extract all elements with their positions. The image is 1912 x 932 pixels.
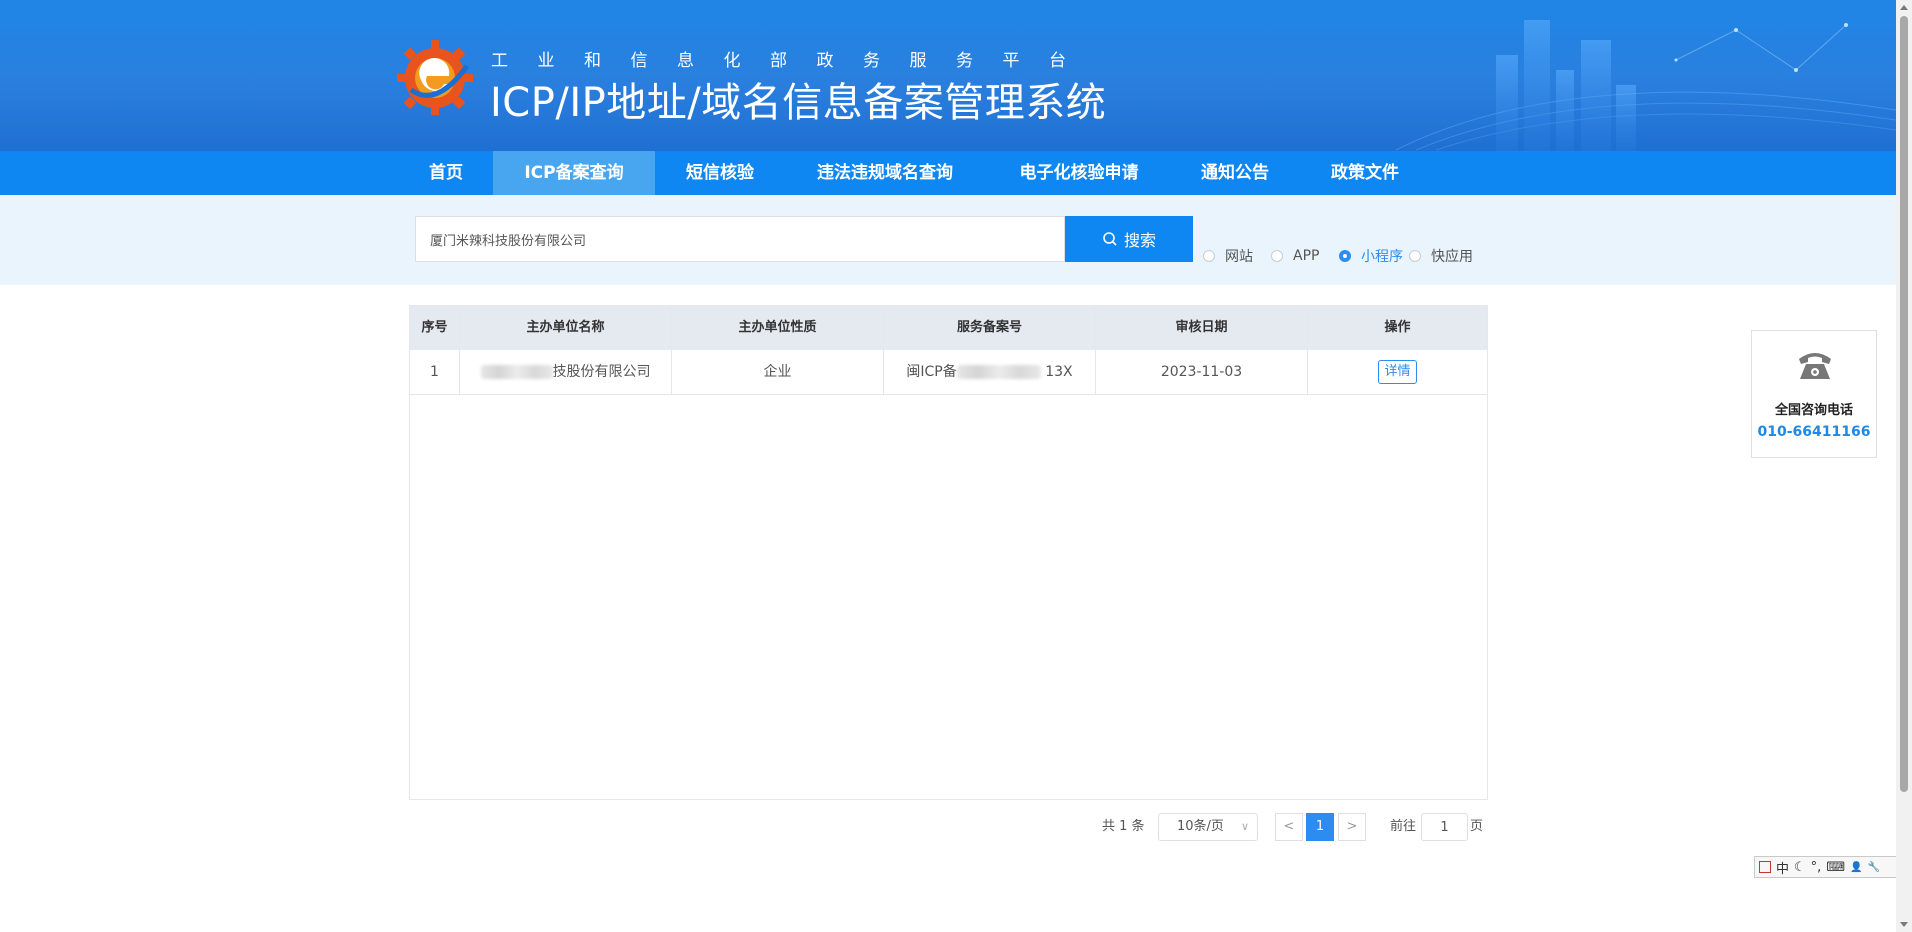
search-icon [1103,232,1117,246]
search-button[interactable]: 搜索 [1065,216,1193,262]
prev-page-button[interactable]: < [1275,813,1303,841]
hotline-box: 全国咨询电话 010-66411166 [1751,330,1877,458]
redacted-blur [480,365,553,379]
column-header-record-number: 服务备案号 [884,306,1096,350]
header-banner: 工业和信息化部政务服务平台 ICP/IP地址/域名信息备案管理系统 [0,0,1896,151]
nav-item-e-verify[interactable]: 电子化核验申请 [1005,151,1153,195]
column-header-unit-type: 主办单位性质 [672,306,884,350]
cell-audit-date: 2023-11-03 [1096,350,1308,394]
ime-chinese-mode[interactable]: 中 [1776,858,1789,877]
ime-moon-icon[interactable]: ☾ [1794,860,1806,875]
ime-logo-icon[interactable] [1759,861,1771,873]
radio-circle-icon [1271,250,1283,262]
miit-logo-icon [397,40,473,115]
ime-wrench-icon[interactable]: 🔧 [1868,862,1880,873]
radio-mini-program[interactable]: 小程序 [1339,248,1403,265]
scroll-up-arrow-icon[interactable] [1900,5,1908,10]
table-row: 1 技股份有限公司 企业 闽ICP备 13X 2023-11-03 详情 [410,350,1487,395]
nav-item-sms-verify[interactable]: 短信核验 [670,151,770,195]
record-suffix: 13X [1045,364,1073,380]
radio-app[interactable]: APP [1271,248,1319,264]
nav-item-policy[interactable]: 政策文件 [1315,151,1415,195]
hotline-label: 全国咨询电话 [1774,403,1853,418]
nav-item-notice[interactable]: 通知公告 [1185,151,1285,195]
radio-label: APP [1293,248,1320,264]
cell-record-number: 闽ICP备 13X [884,350,1096,394]
goto-suffix: 页 [1470,819,1484,834]
redacted-blur [956,365,1041,379]
main-nav: 首页 ICP备案查询 短信核验 违法违规域名查询 电子化核验申请 通知公告 政策… [0,151,1896,195]
nav-item-illegal-domain[interactable]: 违法违规域名查询 [800,151,970,195]
cell-unit-type: 企业 [672,350,884,394]
goto-page-input[interactable] [1421,813,1468,841]
page-number-button[interactable]: 1 [1306,813,1334,841]
chevron-left-icon: < [1283,819,1295,834]
radio-circle-icon [1409,250,1421,262]
pagination-total: 共 1 条 [1102,819,1145,834]
radio-label: 网站 [1225,249,1253,265]
platform-subtitle: 工业和信息化部政务服务平台 [491,51,1096,71]
cell-index: 1 [410,350,460,394]
radio-quick-app[interactable]: 快应用 [1409,248,1473,265]
hotline-number: 010-66411166 [1757,424,1871,440]
search-button-label: 搜索 [1123,231,1156,250]
results-table: 序号 主办单位名称 主办单位性质 服务备案号 审核日期 操作 1 技股份有限公司… [409,305,1488,800]
record-prefix: 闽ICP备 [906,364,957,380]
goto-label: 前往 [1390,819,1417,834]
nav-item-icp-query[interactable]: ICP备案查询 [493,151,655,195]
radio-website[interactable]: 网站 [1203,248,1253,265]
search-input[interactable] [415,216,1065,262]
column-header-audit-date: 审核日期 [1096,306,1308,350]
column-header-unit-name: 主办单位名称 [460,306,672,350]
ime-keyboard-icon[interactable]: ⌨ [1826,860,1845,875]
page-scrollbar[interactable] [1896,0,1912,932]
column-header-index: 序号 [410,306,460,350]
city-skyline-illustration [1395,20,1896,151]
ime-user-icon[interactable]: 👤 [1850,862,1862,873]
column-header-action: 操作 [1384,320,1411,335]
radio-label: 快应用 [1431,249,1473,265]
scroll-thumb[interactable] [1900,16,1908,792]
page-size-select[interactable]: 10条/页 ∨ [1158,813,1258,841]
radio-checked-icon [1339,250,1351,262]
table-header: 序号 主办单位名称 主办单位性质 服务备案号 审核日期 操作 [410,306,1487,350]
nav-item-home[interactable]: 首页 [414,151,478,195]
ime-punctuation-icon[interactable]: °, [1811,860,1822,875]
next-page-button[interactable]: > [1338,813,1366,841]
cell-action: 详情 [1308,350,1487,394]
chevron-down-icon: ∨ [1240,820,1249,833]
unit-name-visible: 技股份有限公司 [552,364,651,380]
telephone-icon [1799,353,1831,379]
detail-button[interactable]: 详情 [1378,360,1417,384]
ime-toolbar: 中 ☾ °, ⌨ 👤 🔧 [1754,856,1900,878]
page-size-value: 10条/页 [1177,819,1224,834]
scroll-down-arrow-icon[interactable] [1900,922,1908,927]
radio-label: 小程序 [1361,249,1403,265]
radio-circle-icon [1203,250,1215,262]
system-title: ICP/IP地址/域名信息备案管理系统 [490,80,1107,126]
cell-unit-name: 技股份有限公司 [460,350,672,394]
chevron-right-icon: > [1346,819,1358,834]
search-band: 搜索 网站 APP 小程序 快应用 [0,195,1896,285]
